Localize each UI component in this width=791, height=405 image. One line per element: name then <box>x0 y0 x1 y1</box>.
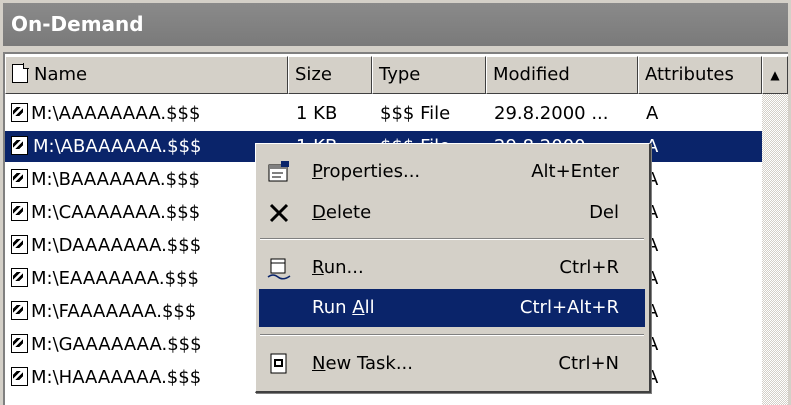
file-icon <box>11 367 28 386</box>
scroll-up-button[interactable]: ▲ <box>762 56 788 94</box>
file-icon <box>11 301 28 320</box>
menu-item-run-all[interactable]: Run All Ctrl+Alt+R <box>259 289 645 327</box>
scroll-up-arrow-icon: ▲ <box>770 68 780 82</box>
cell-attributes: A <box>646 367 659 388</box>
menu-item-run-all-label: Run All <box>312 297 375 318</box>
cell-attributes: A <box>646 235 659 256</box>
menu-item-run-all-shortcut: Ctrl+Alt+R <box>519 297 619 318</box>
cell-size: 1 KB <box>296 103 338 124</box>
menu-item-new-task[interactable]: New Task... Ctrl+N <box>259 345 645 383</box>
panel-title: On-Demand <box>3 3 788 46</box>
file-name: M:\EAAAAAAA.$$$ <box>31 268 199 289</box>
file-icon <box>11 103 28 122</box>
run-icon <box>267 249 291 287</box>
cell-name: M:\BAAAAAAA.$$$ <box>5 164 288 195</box>
column-header-size[interactable]: Size <box>288 56 372 94</box>
file-name: M:\DAAAAAAA.$$$ <box>31 235 202 256</box>
delete-x-icon <box>267 194 291 232</box>
cell-type: $$$ File <box>380 103 451 124</box>
file-icon <box>11 202 28 221</box>
cell-attributes: A <box>646 136 659 157</box>
cell-attributes: A <box>646 334 659 355</box>
on-demand-panel: On-Demand Name Size Type Modified Attrib… <box>0 0 791 405</box>
file-icon <box>11 268 28 287</box>
file-icon <box>11 235 28 254</box>
menu-separator <box>260 334 644 336</box>
column-header-attributes-label: Attributes <box>645 64 734 85</box>
cell-name: M:\DAAAAAAA.$$$ <box>5 230 288 261</box>
new-task-icon <box>267 345 291 383</box>
column-header-name[interactable]: Name <box>5 56 288 94</box>
column-header-type-label: Type <box>379 64 421 85</box>
file-name: M:\CAAAAAAA.$$$ <box>31 202 201 223</box>
menu-item-new-task-label: New Task... <box>312 353 413 374</box>
cell-name: M:\GAAAAAAA.$$$ <box>5 329 288 360</box>
file-name: M:\AAAAAAAA.$$$ <box>31 103 201 124</box>
menu-separator <box>260 238 644 240</box>
cell-attributes: A <box>646 169 659 190</box>
cell-attributes: A <box>646 103 659 124</box>
vertical-scrollbar-track[interactable] <box>762 94 788 405</box>
menu-item-new-task-shortcut: Ctrl+N <box>558 353 619 374</box>
cell-name: M:\HAAAAAAA.$$$ <box>5 362 288 393</box>
cell-attributes: A <box>646 202 659 223</box>
file-name: M:\ABAAAAAA.$$$ <box>31 133 204 160</box>
file-icon <box>11 334 28 353</box>
page-icon <box>12 63 29 83</box>
file-name: M:\GAAAAAAA.$$$ <box>31 334 202 355</box>
file-name: M:\BAAAAAAA.$$$ <box>31 169 200 190</box>
properties-icon <box>267 153 291 191</box>
column-header-modified[interactable]: Modified <box>486 56 638 94</box>
menu-item-delete[interactable]: Delete Del <box>259 194 645 232</box>
cell-attributes: A <box>646 301 659 322</box>
cell-name: M:\AAAAAAAA.$$$ <box>5 98 288 129</box>
column-header-modified-label: Modified <box>493 64 570 85</box>
menu-item-run-shortcut: Ctrl+R <box>559 257 619 278</box>
file-icon <box>11 136 28 155</box>
file-icon <box>11 169 28 188</box>
menu-item-properties-shortcut: Alt+Enter <box>531 161 619 182</box>
file-name: M:\FAAAAAAA.$$$ <box>31 301 197 322</box>
column-header-name-label: Name <box>34 64 88 85</box>
cell-name: M:\EAAAAAAA.$$$ <box>5 263 288 294</box>
file-name: M:\HAAAAAAA.$$$ <box>31 367 202 388</box>
table-row[interactable]: M:\AAAAAAAA.$$$ 1 KB $$$ File 29.8.2000 ...… <box>5 98 762 129</box>
cell-name: M:\ABAAAAAA.$$$ <box>5 131 288 162</box>
cell-name: M:\CAAAAAAA.$$$ <box>5 197 288 228</box>
menu-item-properties-label: Properties... <box>312 161 421 182</box>
cell-attributes: A <box>646 268 659 289</box>
menu-item-run-label: Run... <box>312 257 364 278</box>
column-header-type[interactable]: Type <box>372 56 486 94</box>
context-menu: Properties... Alt+Enter Delete Del Run..… <box>255 143 651 393</box>
cell-modified: 29.8.2000 ... <box>494 103 609 124</box>
menu-item-delete-shortcut: Del <box>589 202 619 223</box>
cell-name: M:\FAAAAAAA.$$$ <box>5 296 288 327</box>
column-header-size-label: Size <box>295 64 332 85</box>
menu-item-run[interactable]: Run... Ctrl+R <box>259 249 645 287</box>
column-header-attributes[interactable]: Attributes <box>638 56 762 94</box>
menu-item-properties[interactable]: Properties... Alt+Enter <box>259 153 645 191</box>
menu-item-delete-label: Delete <box>312 202 372 223</box>
